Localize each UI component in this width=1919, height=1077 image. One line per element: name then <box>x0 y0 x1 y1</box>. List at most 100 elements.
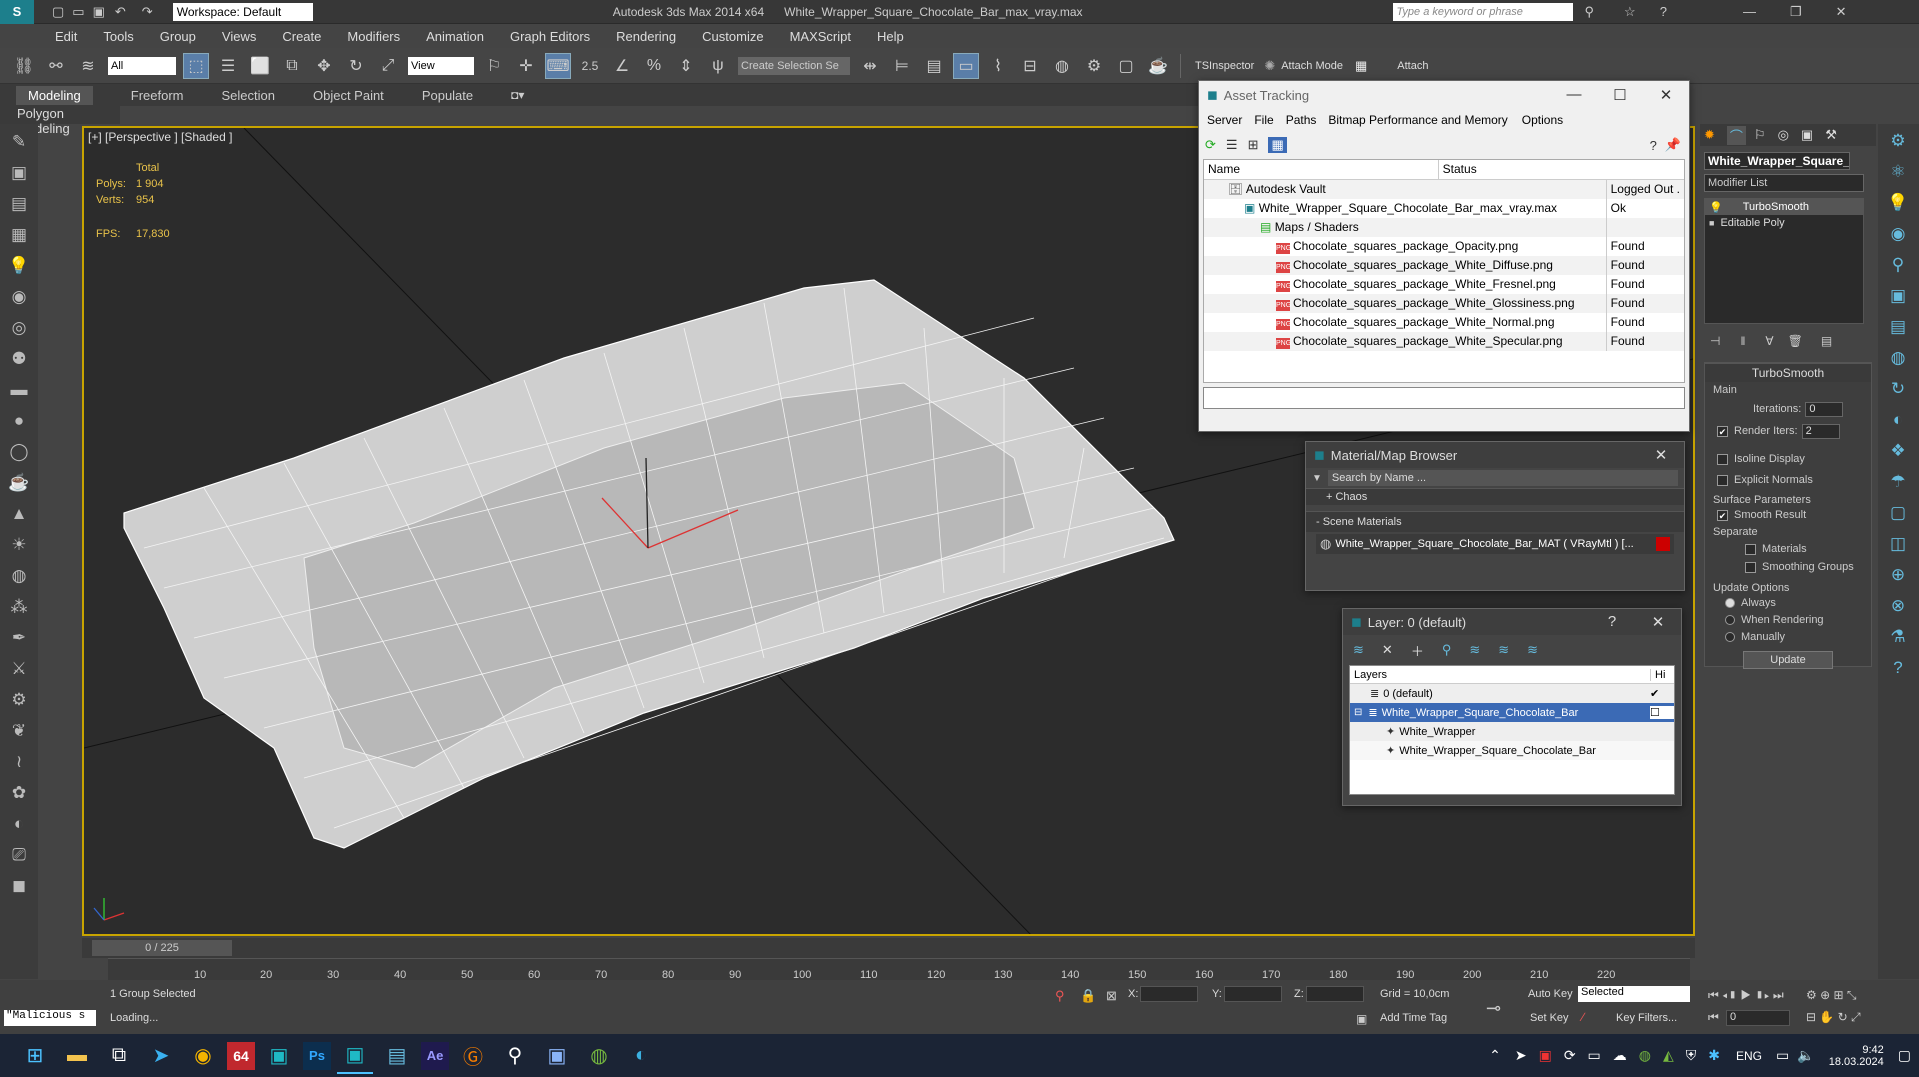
select-manipulate-icon[interactable]: ✛ <box>513 53 539 79</box>
make-unique-icon[interactable]: ∀ <box>1765 334 1773 348</box>
layer-manager-icon[interactable]: ▤ <box>921 53 947 79</box>
tool-icon[interactable]: ▢ <box>1884 499 1912 527</box>
telegram-icon[interactable]: ➤ <box>143 1038 179 1074</box>
time-slider[interactable]: 0 / 225 <box>92 940 232 956</box>
asset-row[interactable]: PNG Chocolate_squares_package_White_Diffu… <box>1204 255 1684 275</box>
material-editor-icon[interactable]: ◍ <box>1049 53 1075 79</box>
tool-icon[interactable]: ⚗ <box>1884 623 1912 651</box>
paint-icon[interactable]: ✒ <box>6 625 32 651</box>
menu-views[interactable]: Views <box>222 29 256 44</box>
lock-icon[interactable]: 🔒 <box>1080 988 1096 1004</box>
layer-select-icon[interactable]: ⚲ <box>1442 642 1452 658</box>
refresh-icon[interactable]: ⟳ <box>1205 137 1216 153</box>
robot-icon[interactable]: ⚉ <box>6 346 32 372</box>
curve-editor-icon[interactable]: ⌇ <box>985 53 1011 79</box>
layer-row[interactable]: ✦ White_Wrapper <box>1350 722 1674 741</box>
tool-icon[interactable]: ⚙ <box>1884 127 1912 155</box>
menu-tools[interactable]: Tools <box>103 29 133 44</box>
auto-key-button[interactable]: Auto Key <box>1528 988 1573 1000</box>
asset-row[interactable]: ▤ Maps / Shaders <box>1204 217 1684 237</box>
snap-toggle-icon[interactable]: 2.5 <box>577 53 603 79</box>
vray-icon[interactable]: ◼ <box>6 873 32 899</box>
z-coord-field[interactable] <box>1306 986 1364 1002</box>
named-selection-dropdown[interactable]: Create Selection Se <box>738 56 850 75</box>
reference-coord-dropdown[interactable]: View <box>408 56 474 75</box>
list-icon[interactable]: ☰ <box>1226 137 1238 153</box>
utorrent-icon[interactable]: ◍ <box>581 1038 617 1074</box>
y-coord-field[interactable] <box>1224 986 1282 1002</box>
asset-row[interactable]: PNG Chocolate_squares_package_White_Fresn… <box>1204 274 1684 294</box>
menu-animation[interactable]: Animation <box>426 29 484 44</box>
material-browser-titlebar[interactable]: ◼ Material/Map Browser ✕ <box>1306 442 1684 468</box>
set-key-button[interactable]: Set Key <box>1530 1012 1569 1024</box>
tool-icon[interactable]: ☂ <box>1884 468 1912 496</box>
tray-security-icon[interactable]: ⛨ <box>1686 1047 1697 1064</box>
track-bar[interactable]: 10 20 30 40 50 60 70 80 90 100 110 120 1… <box>108 958 1690 981</box>
remove-modifier-icon[interactable]: 🗑 <box>1788 334 1803 348</box>
sound-icon[interactable]: ◎ <box>6 315 32 341</box>
motion-tab-icon[interactable]: ◎ <box>1778 127 1789 143</box>
photoshop-icon[interactable]: Ps <box>303 1041 331 1070</box>
3dsmax-active-icon[interactable]: ▣ <box>337 1038 373 1074</box>
clock[interactable]: 9:42 18.03.2024 <box>1829 1044 1884 1068</box>
layer-delete-icon[interactable]: ✕ <box>1382 642 1393 658</box>
rendered-frame-icon[interactable]: ▢ <box>1113 53 1139 79</box>
menu-edit[interactable]: Edit <box>55 29 77 44</box>
asset-row[interactable]: PNG Chocolate_squares_package_White_Gloss… <box>1204 293 1684 313</box>
absolute-mode-icon[interactable]: ⊠ <box>1106 988 1117 1004</box>
hide-box-icon[interactable]: ☐ <box>1650 706 1674 719</box>
help-icon[interactable]: ? <box>1884 654 1912 682</box>
window-crossing-icon[interactable]: ⧉ <box>279 53 305 79</box>
expand-icon[interactable]: ■ <box>1709 218 1714 228</box>
menu-graph-editors[interactable]: Graph Editors <box>510 29 590 44</box>
tab-object-paint[interactable]: Object Paint <box>313 88 384 103</box>
windows-start-icon[interactable]: ⊞ <box>17 1038 53 1074</box>
tool-icon[interactable]: ▤ <box>1884 313 1912 341</box>
render-iters-spinner[interactable]: 2 <box>1801 423 1840 439</box>
tool-icon[interactable]: ⊕ <box>1884 561 1912 589</box>
spinner-snap-icon[interactable]: ⇕ <box>673 53 699 79</box>
viewport-label[interactable]: [+] [Perspective ] [Shaded ] <box>88 130 232 144</box>
globe-icon[interactable]: ◐ <box>6 811 32 837</box>
layer-new-icon[interactable]: ≋ <box>1353 642 1364 658</box>
materials-checkbox[interactable] <box>1745 543 1756 555</box>
volume-icon[interactable]: 🔈 <box>1797 1047 1814 1064</box>
layer-add-icon[interactable]: ＋ <box>1411 641 1424 660</box>
tab-modeling[interactable]: Modeling <box>16 85 93 105</box>
tool-icon[interactable]: ⚲ <box>1884 251 1912 279</box>
tray-sync-icon[interactable]: ⟳ <box>1564 1047 1576 1064</box>
file-explorer-icon[interactable]: ▬ <box>59 1038 95 1074</box>
close-icon[interactable]: ✕ <box>1836 4 1847 20</box>
menu-bitmap-performance[interactable]: Bitmap Performance and Memory <box>1328 113 1507 127</box>
scale-icon[interactable]: ⤢ <box>375 53 401 79</box>
move-icon[interactable]: ✥ <box>311 53 337 79</box>
col-status[interactable]: Status <box>1437 160 1684 179</box>
gear-icon[interactable]: ⚙ <box>6 687 32 713</box>
tool-icon[interactable]: ▣ <box>1884 282 1912 310</box>
tab-populate[interactable]: Populate <box>422 88 473 103</box>
tsinspector-label[interactable]: TSInspector <box>1195 60 1254 72</box>
help-search-input[interactable]: Type a keyword or phrase <box>1392 2 1573 21</box>
chaos-section[interactable]: + Chaos <box>1306 488 1684 505</box>
tray-nvidia-icon[interactable]: ◭ <box>1663 1047 1674 1064</box>
maxscript-listener[interactable]: "Malicious s <box>4 1010 96 1026</box>
tool-icon[interactable]: ◫ <box>1884 530 1912 558</box>
create-icon[interactable]: ✎ <box>6 129 32 155</box>
workspace-dropdown[interactable]: Workspace: Default <box>172 2 313 21</box>
tool-icon[interactable]: ⊗ <box>1884 592 1912 620</box>
help-icon[interactable]: ? <box>1660 4 1667 19</box>
help-icon[interactable]: ? <box>1589 613 1635 631</box>
selection-filter-dropdown[interactable]: All <box>108 56 176 75</box>
3dsmax-taskbar-icon[interactable]: ▣ <box>261 1038 297 1074</box>
tool-icon[interactable]: ❖ <box>1884 437 1912 465</box>
angle-snap-icon[interactable]: ∠ <box>609 53 635 79</box>
app-g-icon[interactable]: Ⓖ <box>455 1038 491 1074</box>
cloth-icon[interactable]: ✿ <box>6 780 32 806</box>
tool-icon[interactable]: 💡 <box>1884 189 1912 217</box>
menu-customize[interactable]: Customize <box>702 29 763 44</box>
menu-options[interactable]: Options <box>1522 113 1563 127</box>
task-view-icon[interactable]: ⧉ <box>101 1038 137 1074</box>
camera-icon[interactable]: ◉ <box>6 284 32 310</box>
menu-group[interactable]: Group <box>160 29 196 44</box>
col-name[interactable]: Name <box>1204 160 1438 179</box>
